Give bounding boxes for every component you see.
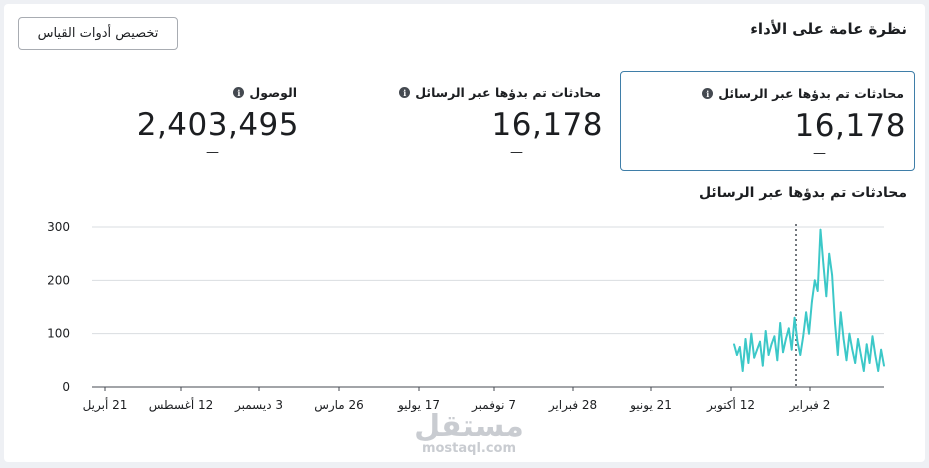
data-point [802, 335, 805, 338]
data-point [883, 364, 885, 367]
x-tick-label: 26 مارس [314, 398, 364, 413]
data-point [776, 359, 779, 362]
data-point [860, 354, 862, 356]
data-point [799, 354, 802, 356]
data-point [880, 348, 882, 351]
y-tick-label: 100 [47, 327, 70, 341]
data-point [761, 364, 764, 367]
x-tick-label: 12 أغسطس [149, 397, 214, 413]
data-point [839, 311, 842, 314]
data-point [808, 332, 810, 335]
data-point [816, 290, 819, 292]
data-point [747, 362, 750, 364]
data-point [831, 274, 833, 276]
data-point [848, 332, 851, 335]
data-point [785, 338, 787, 340]
data-point [834, 322, 836, 324]
data-point [733, 343, 735, 346]
data-point [845, 359, 848, 362]
data-point [759, 340, 761, 343]
data-point [756, 348, 758, 351]
data-point [750, 332, 753, 335]
x-tick-label: 28 فبراير [548, 398, 597, 413]
data-point [871, 335, 874, 338]
data-point [782, 351, 784, 354]
data-point [836, 354, 839, 356]
data-point [825, 295, 828, 298]
data-point [851, 348, 854, 351]
data-point [819, 228, 822, 231]
data-point [793, 316, 796, 319]
data-point [738, 346, 741, 348]
data-point [773, 335, 776, 338]
y-tick-label: 300 [47, 220, 70, 234]
data-point [736, 354, 738, 356]
data-point [796, 340, 799, 343]
data-point [822, 263, 825, 266]
data-point [868, 362, 871, 364]
data-point [813, 279, 816, 282]
data-point [767, 354, 770, 356]
data-point [753, 356, 756, 359]
data-point [862, 370, 865, 372]
line-chart: 0 100 200 300 21 أبريل 12 أغسطس 3 ديسمبر 26 مار… [47, 220, 885, 413]
y-tick-label: 200 [47, 273, 70, 287]
data-point [811, 300, 813, 303]
data-point [764, 330, 767, 332]
data-point [741, 370, 744, 372]
data-point [770, 343, 773, 346]
y-tick-label: 0 [62, 380, 70, 394]
data-point [865, 343, 868, 346]
data-point [805, 311, 807, 314]
data-point [854, 362, 857, 364]
data-point [744, 338, 747, 340]
data-point [857, 338, 859, 340]
x-tick-label: 17 يوليو [397, 398, 440, 413]
data-point [877, 370, 880, 372]
data-point [779, 322, 782, 324]
data-point [790, 348, 793, 351]
x-tick-label: 21 يونيو [629, 398, 672, 413]
x-tick-label: 21 أبريل [83, 397, 128, 413]
x-tick-label: 3 ديسمبر [234, 398, 283, 413]
x-tick-label: 12 أكتوبر [706, 397, 755, 413]
data-point [874, 354, 877, 356]
data-point [787, 327, 790, 330]
x-tick-label: 7 نوفمبر [471, 398, 516, 413]
data-point [842, 338, 845, 340]
x-tick-label: 2 فبراير [789, 398, 831, 413]
data-point [828, 252, 831, 255]
